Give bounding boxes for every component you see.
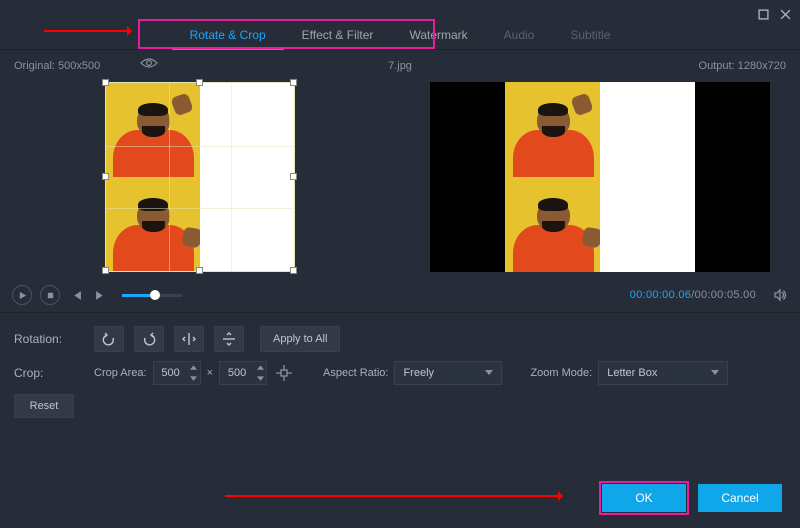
- output-preview: [400, 82, 800, 272]
- stop-button[interactable]: [40, 285, 60, 305]
- crop-width-down[interactable]: [188, 373, 200, 384]
- timecode: 00:00:00.06/00:00:05.00: [630, 289, 756, 301]
- crop-height-up[interactable]: [254, 362, 266, 373]
- seek-slider[interactable]: [122, 294, 182, 297]
- tab-rotate-crop[interactable]: Rotate & Crop: [172, 20, 284, 50]
- rotation-label: Rotation:: [14, 332, 84, 346]
- tab-bar: Rotate & Crop Effect & Filter Watermark …: [0, 20, 800, 50]
- aspect-ratio-label: Aspect Ratio:: [323, 367, 388, 379]
- next-frame-button[interactable]: [92, 287, 108, 303]
- crop-width-up[interactable]: [188, 362, 200, 373]
- tab-subtitle[interactable]: Subtitle: [552, 20, 628, 50]
- tab-audio[interactable]: Audio: [486, 20, 553, 50]
- prev-frame-button[interactable]: [68, 287, 84, 303]
- zoom-mode-label: Zoom Mode:: [530, 367, 592, 379]
- crop-area-label: Crop Area:: [94, 367, 147, 379]
- crop-height-input[interactable]: 500: [219, 361, 267, 385]
- crop-height-down[interactable]: [254, 373, 266, 384]
- aspect-ratio-select[interactable]: Freely: [394, 361, 502, 385]
- flip-horizontal-button[interactable]: [174, 326, 204, 352]
- rotate-cw-button[interactable]: [134, 326, 164, 352]
- source-preview[interactable]: [0, 82, 400, 272]
- play-button[interactable]: [12, 285, 32, 305]
- rotate-ccw-button[interactable]: [94, 326, 124, 352]
- filename-label: 7.jpg: [388, 60, 412, 72]
- reset-button[interactable]: Reset: [14, 394, 74, 418]
- tab-effect-filter[interactable]: Effect & Filter: [284, 20, 392, 50]
- flip-vertical-button[interactable]: [214, 326, 244, 352]
- apply-to-all-button[interactable]: Apply to All: [260, 326, 340, 352]
- output-dimensions-label: Output: 1280x720: [699, 60, 786, 72]
- chevron-down-icon: [699, 367, 719, 379]
- chevron-down-icon: [473, 367, 493, 379]
- preview-eye-icon[interactable]: [140, 57, 158, 72]
- cancel-button[interactable]: Cancel: [698, 484, 782, 512]
- volume-icon[interactable]: [772, 287, 788, 303]
- crop-label: Crop:: [14, 366, 84, 380]
- zoom-mode-select[interactable]: Letter Box: [598, 361, 728, 385]
- original-dimensions-label: Original: 500x500: [14, 60, 100, 72]
- crop-times-label: ×: [207, 367, 213, 379]
- crop-width-input[interactable]: 500: [153, 361, 201, 385]
- annotation-arrow-ok: [225, 495, 565, 501]
- center-crop-button[interactable]: [273, 362, 295, 384]
- ok-button[interactable]: OK: [602, 484, 686, 512]
- tab-watermark[interactable]: Watermark: [391, 20, 485, 50]
